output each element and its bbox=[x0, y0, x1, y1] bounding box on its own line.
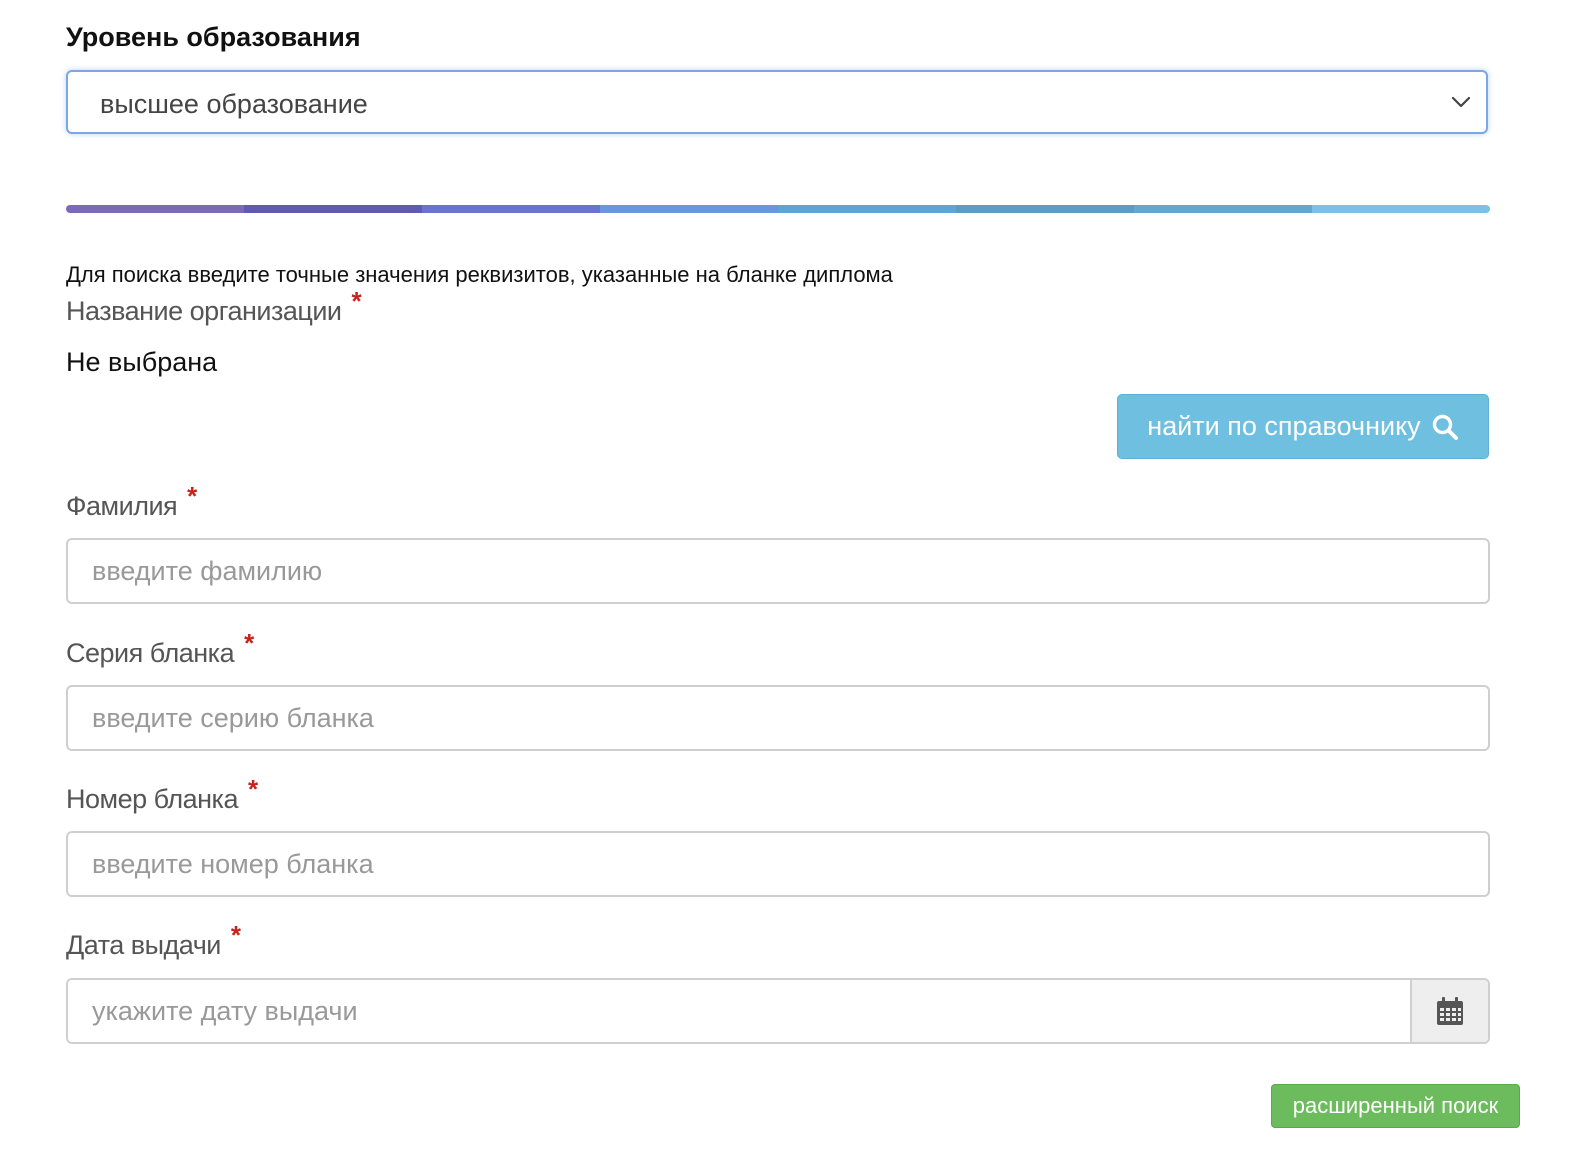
issue-date-input[interactable] bbox=[68, 980, 1410, 1042]
number-label-text: Номер бланка bbox=[66, 784, 238, 814]
calendar-icon bbox=[1437, 997, 1463, 1025]
issue-date-label-text: Дата выдачи bbox=[66, 930, 221, 960]
advanced-search-button[interactable]: расширенный поиск bbox=[1271, 1084, 1520, 1128]
required-asterisk: * bbox=[247, 774, 258, 804]
number-input[interactable] bbox=[66, 831, 1490, 897]
organization-label-text: Название организации bbox=[66, 296, 342, 326]
calendar-button[interactable] bbox=[1410, 980, 1488, 1042]
progress-segment bbox=[956, 205, 1134, 213]
organization-value: Не выбрана bbox=[66, 347, 218, 377]
education-level-select[interactable]: высшее образование bbox=[66, 70, 1488, 134]
surname-input[interactable] bbox=[66, 538, 1490, 604]
required-asterisk: * bbox=[244, 628, 254, 658]
required-asterisk: * bbox=[230, 920, 241, 950]
progress-strip bbox=[66, 205, 1490, 213]
series-label: Серия бланка * bbox=[66, 628, 254, 669]
progress-segment bbox=[66, 205, 244, 213]
required-asterisk: * bbox=[351, 286, 362, 316]
issue-date-group bbox=[66, 978, 1490, 1044]
progress-segment bbox=[778, 205, 956, 213]
education-level-label: Уровень образования bbox=[66, 22, 361, 52]
search-hint: Для поиска введите точные значения рекви… bbox=[66, 262, 893, 287]
find-in-directory-button[interactable]: найти по справочнику bbox=[1117, 394, 1489, 459]
progress-segment bbox=[1134, 205, 1312, 213]
series-input[interactable] bbox=[66, 685, 1490, 751]
progress-segment bbox=[422, 205, 600, 213]
required-asterisk: * bbox=[187, 481, 197, 511]
progress-segment bbox=[600, 205, 778, 213]
surname-label: Фамилия * bbox=[66, 481, 197, 522]
chevron-down-icon bbox=[1451, 96, 1471, 108]
number-label: Номер бланка * bbox=[66, 774, 258, 815]
search-icon bbox=[1432, 414, 1458, 440]
series-label-text: Серия бланка bbox=[66, 638, 235, 668]
organization-label: Название организации * bbox=[66, 286, 362, 327]
progress-segment bbox=[244, 205, 422, 213]
progress-segment bbox=[1312, 205, 1490, 213]
issue-date-label: Дата выдачи * bbox=[66, 920, 241, 961]
find-in-directory-label: найти по справочнику bbox=[1147, 411, 1421, 441]
surname-label-text: Фамилия bbox=[66, 491, 178, 521]
education-level-selected-value: высшее образование bbox=[100, 89, 368, 119]
